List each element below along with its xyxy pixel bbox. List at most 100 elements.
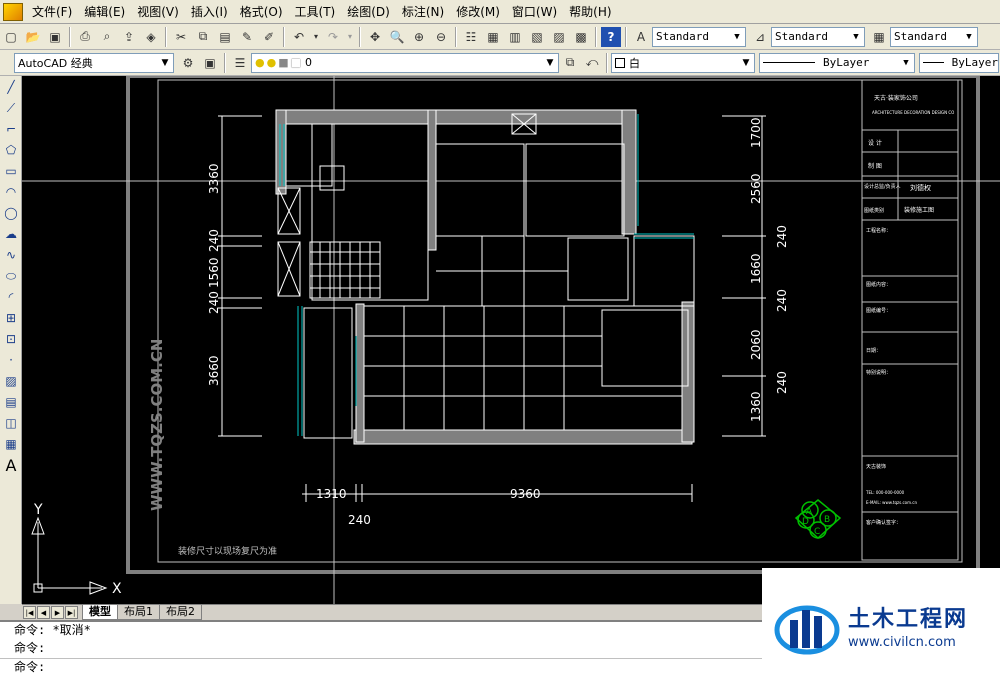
app-icon[interactable] xyxy=(3,2,23,21)
lineweight-select[interactable]: ByLayer xyxy=(919,52,999,73)
tab-layout2[interactable]: 布局2 xyxy=(159,605,202,620)
print-icon[interactable]: ⎙ xyxy=(75,27,95,47)
new-file-icon[interactable]: ▢ xyxy=(1,27,21,47)
undo-icon[interactable]: ↶ xyxy=(289,27,309,47)
chevron-down-icon[interactable]: ▼ xyxy=(898,54,914,72)
paste-icon[interactable]: ▤ xyxy=(215,27,235,47)
revision-cloud-icon[interactable]: ☁ xyxy=(1,224,21,244)
site-logo-icon xyxy=(774,605,840,655)
menu-format[interactable]: 格式(O) xyxy=(234,1,289,23)
markup-icon[interactable]: ▨ xyxy=(549,27,569,47)
construction-line-icon[interactable]: ⟋ xyxy=(1,98,21,118)
calculator-icon[interactable]: ▩ xyxy=(571,27,591,47)
multiline-text-icon[interactable]: A xyxy=(1,455,21,475)
zoom-window-icon[interactable]: ⊕ xyxy=(409,27,429,47)
hatch-icon[interactable]: ▨ xyxy=(1,371,21,391)
sheet-set-icon[interactable]: ▧ xyxy=(527,27,547,47)
workspace-select[interactable]: AutoCAD 经典 ▼ xyxy=(14,52,174,73)
menu-help[interactable]: 帮助(H) xyxy=(563,1,617,23)
chevron-down-icon[interactable]: ▼ xyxy=(542,54,558,72)
layer-previous-icon[interactable]: ⤺ xyxy=(582,53,602,73)
make-layer-current-icon[interactable]: ⧉ xyxy=(560,53,580,73)
print-preview-icon[interactable]: ⌕ xyxy=(97,27,117,47)
chevron-down-icon[interactable]: ▼ xyxy=(738,54,754,72)
menu-draw[interactable]: 绘图(D) xyxy=(341,1,396,23)
dim-bottom-3: 240 xyxy=(348,513,371,527)
ucs-x-label: X xyxy=(112,581,122,597)
point-icon[interactable]: · xyxy=(1,350,21,370)
next-tab-icon[interactable]: ▶ xyxy=(51,606,64,619)
block-editor-icon[interactable]: ✐ xyxy=(259,27,279,47)
polygon-icon[interactable]: ⬠ xyxy=(1,140,21,160)
tb-notes-label: 特别说明： xyxy=(866,369,891,376)
zoom-realtime-icon[interactable]: 🔍 xyxy=(387,27,407,47)
tb-drawing-type-label: 图纸类别 xyxy=(864,207,884,214)
save-icon[interactable]: ▣ xyxy=(45,27,65,47)
first-tab-icon[interactable]: |◀ xyxy=(23,606,36,619)
room-corridor xyxy=(285,123,333,187)
layer-manager-icon[interactable]: ☰ xyxy=(230,53,250,73)
chevron-down-icon[interactable]: ▼ xyxy=(729,28,745,46)
insert-block-icon[interactable]: ⊞ xyxy=(1,308,21,328)
table-style-select[interactable]: Standard ▼ xyxy=(890,26,978,47)
wall-top xyxy=(275,109,637,125)
menu-window[interactable]: 窗口(W) xyxy=(506,1,563,23)
dim-left-2: 240 xyxy=(207,229,221,252)
redo-dropdown-icon[interactable]: ▾ xyxy=(345,27,355,47)
circle-icon[interactable]: ◯ xyxy=(1,203,21,223)
linetype-select[interactable]: ByLayer ▼ xyxy=(759,52,915,73)
menu-view[interactable]: 视图(V) xyxy=(131,1,185,23)
menu-bar: 文件(F) 编辑(E) 视图(V) 插入(I) 格式(O) 工具(T) 绘图(D… xyxy=(0,0,1000,24)
prev-tab-icon[interactable]: ◀ xyxy=(37,606,50,619)
text-style-select[interactable]: Standard ▼ xyxy=(652,26,746,47)
last-tab-icon[interactable]: ▶| xyxy=(65,606,78,619)
compass-label-d: D xyxy=(802,517,809,527)
workspace-save-icon[interactable]: ▣ xyxy=(200,53,220,73)
table-icon[interactable]: ▦ xyxy=(1,434,21,454)
workspace-settings-icon[interactable]: ⚙ xyxy=(178,53,198,73)
polyline-icon[interactable]: ⌐ xyxy=(1,119,21,139)
layer-select[interactable]: ● ● ■ ■ 0 ▼ xyxy=(251,52,559,73)
line-icon[interactable]: ╱ xyxy=(1,77,21,97)
site-watermark: 土木工程网 www.civilcn.com xyxy=(762,568,1000,682)
publish-icon[interactable]: ⇪ xyxy=(119,27,139,47)
pan-icon[interactable]: ✥ xyxy=(365,27,385,47)
ellipse-arc-icon[interactable]: ◜ xyxy=(1,287,21,307)
chevron-down-icon[interactable]: ▼ xyxy=(961,28,977,46)
cut-icon[interactable]: ✂ xyxy=(171,27,191,47)
menu-file[interactable]: 文件(F) xyxy=(26,1,78,23)
dim-left-1: 3360 xyxy=(207,163,221,194)
region-icon[interactable]: ◫ xyxy=(1,413,21,433)
arc-icon[interactable]: ◠ xyxy=(1,182,21,202)
ellipse-icon[interactable]: ⬭ xyxy=(1,266,21,286)
properties-icon[interactable]: ☷ xyxy=(461,27,481,47)
chevron-down-icon[interactable]: ▼ xyxy=(848,28,864,46)
tab-model[interactable]: 模型 xyxy=(82,605,118,620)
tool-palettes-icon[interactable]: ▥ xyxy=(505,27,525,47)
help-icon[interactable]: ? xyxy=(601,26,621,47)
chevron-down-icon[interactable]: ▼ xyxy=(157,54,173,72)
drawing-canvas[interactable]: WWW.TQZS.COM.CN 3360 240 1560 240 3660 1… xyxy=(22,76,1000,604)
copy-icon[interactable]: ⧉ xyxy=(193,27,213,47)
spline-icon[interactable]: ∿ xyxy=(1,245,21,265)
undo-dropdown-icon[interactable]: ▾ xyxy=(311,27,321,47)
match-properties-icon[interactable]: ✎ xyxy=(237,27,257,47)
zoom-previous-icon[interactable]: ⊖ xyxy=(431,27,451,47)
rectangle-icon[interactable]: ▭ xyxy=(1,161,21,181)
open-file-icon[interactable]: 📂 xyxy=(23,27,43,47)
plot-icon[interactable]: ◈ xyxy=(141,27,161,47)
menu-modify[interactable]: 修改(M) xyxy=(450,1,506,23)
make-block-icon[interactable]: ⊡ xyxy=(1,329,21,349)
redo-icon[interactable]: ↷ xyxy=(323,27,343,47)
table-style-icon: ▦ xyxy=(873,29,885,44)
color-select[interactable]: 白 ▼ xyxy=(611,52,755,73)
tab-layout1[interactable]: 布局1 xyxy=(117,605,160,620)
design-center-icon[interactable]: ▦ xyxy=(483,27,503,47)
menu-dimension[interactable]: 标注(N) xyxy=(396,1,450,23)
menu-edit[interactable]: 编辑(E) xyxy=(78,1,131,23)
gradient-icon[interactable]: ▤ xyxy=(1,392,21,412)
menu-tools[interactable]: 工具(T) xyxy=(289,1,342,23)
dim-style-select[interactable]: Standard ▼ xyxy=(771,26,865,47)
menu-insert[interactable]: 插入(I) xyxy=(185,1,234,23)
linetype-swatch xyxy=(763,62,815,63)
